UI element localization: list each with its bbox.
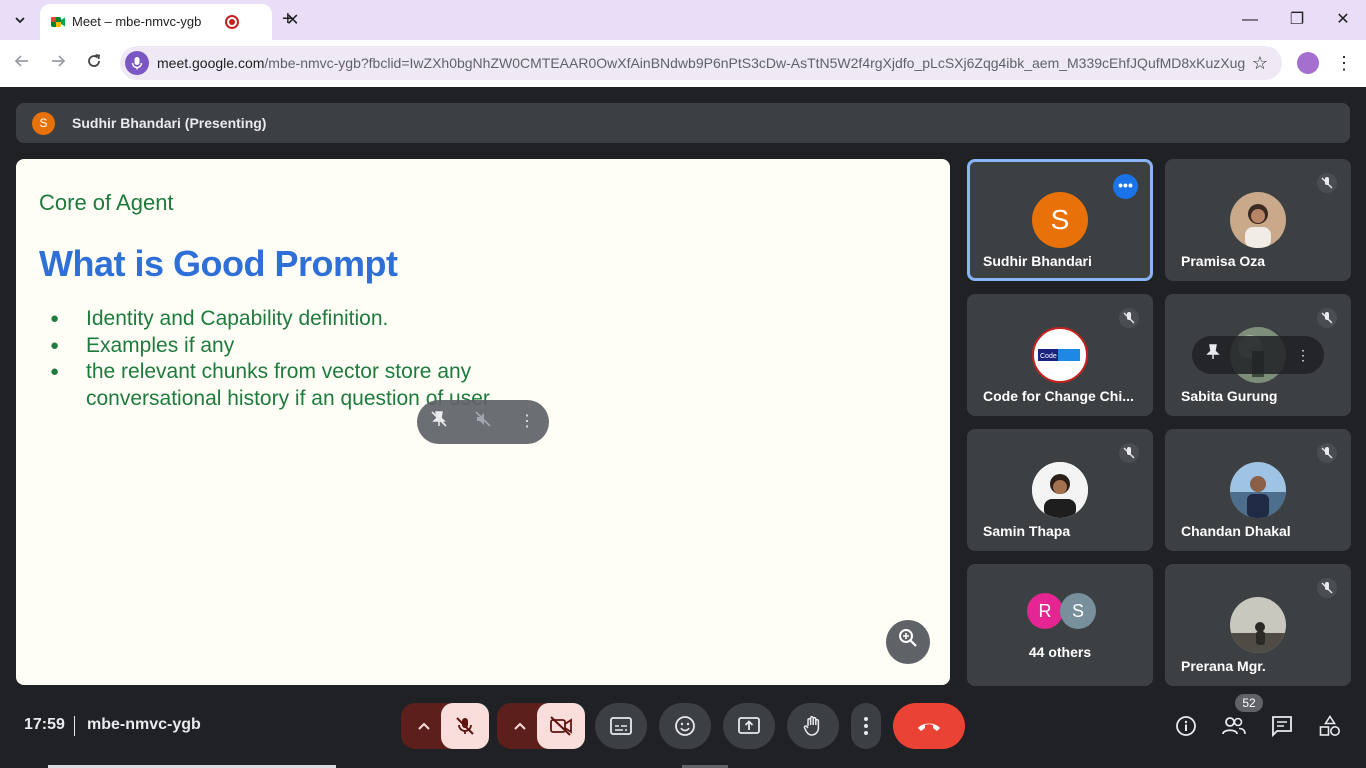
others-count-label: 44 others xyxy=(1028,644,1092,660)
others-tile[interactable]: R S 44 others xyxy=(967,564,1153,686)
emoji-icon xyxy=(675,716,695,736)
slide-bullet: Examples if any xyxy=(46,333,516,360)
browser-menu-icon[interactable]: ⋮ xyxy=(1334,51,1354,75)
presentation-slide: Core of Agent What is Good Prompt Identi… xyxy=(16,159,950,685)
forward-arrow-icon[interactable] xyxy=(46,51,70,75)
zoom-in-button[interactable] xyxy=(886,620,930,664)
google-meet-icon xyxy=(51,17,65,27)
participant-tile-pramisa-oza[interactable]: Pramisa Oza xyxy=(1165,159,1351,281)
back-arrow-icon[interactable] xyxy=(10,51,34,75)
people-count-badge: 52 xyxy=(1235,694,1263,712)
presenting-banner: S Sudhir Bhandari (Presenting) xyxy=(16,103,1350,143)
participant-name: Sabita Gurung xyxy=(1181,388,1278,404)
mic-off-icon xyxy=(1317,308,1337,328)
participant-name: Samin Thapa xyxy=(983,523,1071,539)
recording-icon xyxy=(225,15,239,29)
slide-bullet: Identity and Capability definition. xyxy=(46,306,516,333)
more-options-button[interactable] xyxy=(851,703,881,749)
slide-title: What is Good Prompt xyxy=(39,243,398,284)
pin-icon[interactable] xyxy=(1202,344,1224,366)
meeting-clock: 17:59 xyxy=(24,716,65,733)
participant-tile-sudhir-bhandari[interactable]: S ••• Sudhir Bhandari xyxy=(967,159,1153,281)
avatar xyxy=(1230,597,1286,653)
microphone-toggle-button[interactable] xyxy=(441,703,489,749)
meeting-code: mbe-nmvc-ygb xyxy=(87,716,201,733)
present-icon xyxy=(738,717,760,734)
minimize-button[interactable]: — xyxy=(1238,8,1262,32)
svg-text:Code: Code xyxy=(1040,353,1057,360)
presenter-avatar: S xyxy=(32,112,55,135)
mic-off-icon xyxy=(1119,443,1139,463)
browser-tab-strip: Meet – mbe-nmvc-ygb ✕ + — ❐ ✕ xyxy=(0,0,1366,40)
close-window-button[interactable]: ✕ xyxy=(1331,8,1355,32)
presenting-label: Sudhir Bhandari (Presenting) xyxy=(72,115,267,131)
microphone-control-group xyxy=(401,703,489,749)
tile-hover-controls: ⋮ xyxy=(417,400,549,444)
more-vert-icon xyxy=(864,717,868,735)
meeting-info-icon[interactable] xyxy=(1173,713,1199,739)
chat-icon[interactable] xyxy=(1269,713,1295,739)
hand-icon xyxy=(803,716,820,736)
mic-off-icon xyxy=(1119,308,1139,328)
address-bar[interactable]: meet.google.com/mbe-nmvc-ygb?fbclid=IwZX… xyxy=(120,46,1282,80)
more-options-icon[interactable]: ⋮ xyxy=(1292,344,1314,366)
mic-off-icon xyxy=(1317,443,1337,463)
participant-name: Pramisa Oza xyxy=(1181,253,1266,269)
mute-audio-icon[interactable] xyxy=(471,410,495,434)
bookmark-star-icon[interactable]: ☆ xyxy=(1252,53,1268,73)
pin-off-icon[interactable] xyxy=(427,410,451,434)
participant-name: Prerana Mgr. xyxy=(1181,658,1266,674)
camera-toggle-button[interactable] xyxy=(537,703,585,749)
avatar: R xyxy=(1027,593,1063,629)
participant-name: Sudhir Bhandari xyxy=(983,253,1092,269)
mic-off-icon xyxy=(456,717,474,735)
tab-title: Meet – mbe-nmvc-ygb xyxy=(72,14,202,29)
camera-control-group xyxy=(497,703,585,749)
participant-name: Code for Change Chi... xyxy=(983,388,1134,404)
captions-button[interactable] xyxy=(595,703,647,749)
participant-tile-sabita-gurung[interactable]: ⋮ Sabita Gurung xyxy=(1165,294,1351,416)
new-tab-button[interactable]: + xyxy=(282,8,294,30)
profile-avatar[interactable] xyxy=(1297,52,1319,74)
avatar xyxy=(1230,462,1286,518)
browser-tab[interactable]: Meet – mbe-nmvc-ygb ✕ xyxy=(40,4,299,40)
avatar xyxy=(1032,462,1088,518)
mic-off-icon xyxy=(1317,173,1337,193)
camera-off-icon xyxy=(550,716,572,736)
divider xyxy=(74,716,75,736)
participant-tile-prerana-mgr[interactable]: Prerana Mgr. xyxy=(1165,564,1351,686)
more-options-icon[interactable]: ⋮ xyxy=(515,410,539,434)
restore-button[interactable]: ❐ xyxy=(1285,8,1309,32)
slide-subtitle: Core of Agent xyxy=(39,190,174,215)
participant-tile-samin-thapa[interactable]: Samin Thapa xyxy=(967,429,1153,551)
url-text: meet.google.com/mbe-nmvc-ygb?fbclid=IwZX… xyxy=(157,55,1246,71)
avatar: Code xyxy=(1032,327,1088,383)
participant-tile-code-for-change[interactable]: Code Code for Change Chi... xyxy=(967,294,1153,416)
avatar xyxy=(1230,192,1286,248)
people-icon[interactable] xyxy=(1221,713,1247,739)
browser-toolbar: meet.google.com/mbe-nmvc-ygb?fbclid=IwZX… xyxy=(0,40,1366,87)
emoji-reactions-button[interactable] xyxy=(659,703,711,749)
leave-call-button[interactable] xyxy=(893,703,965,749)
slide-bullet-list: Identity and Capability definition. Exam… xyxy=(46,306,516,412)
activities-icon[interactable] xyxy=(1317,713,1343,739)
participant-name: Chandan Dhakal xyxy=(1181,523,1291,539)
tile-hover-controls: ⋮ xyxy=(1192,336,1324,374)
tab-search-icon[interactable] xyxy=(8,8,32,32)
more-options-icon[interactable]: ••• xyxy=(1113,174,1138,199)
participant-tile-chandan-dhakal[interactable]: Chandan Dhakal xyxy=(1165,429,1351,551)
site-info-icon[interactable] xyxy=(125,51,149,75)
hang-up-icon xyxy=(918,723,940,731)
captions-icon xyxy=(610,717,632,735)
present-screen-button[interactable] xyxy=(723,703,775,749)
avatar: S xyxy=(1032,192,1088,248)
mic-off-icon xyxy=(1317,578,1337,598)
reload-icon[interactable] xyxy=(82,51,106,75)
raise-hand-button[interactable] xyxy=(787,703,839,749)
avatar: S xyxy=(1060,593,1096,629)
